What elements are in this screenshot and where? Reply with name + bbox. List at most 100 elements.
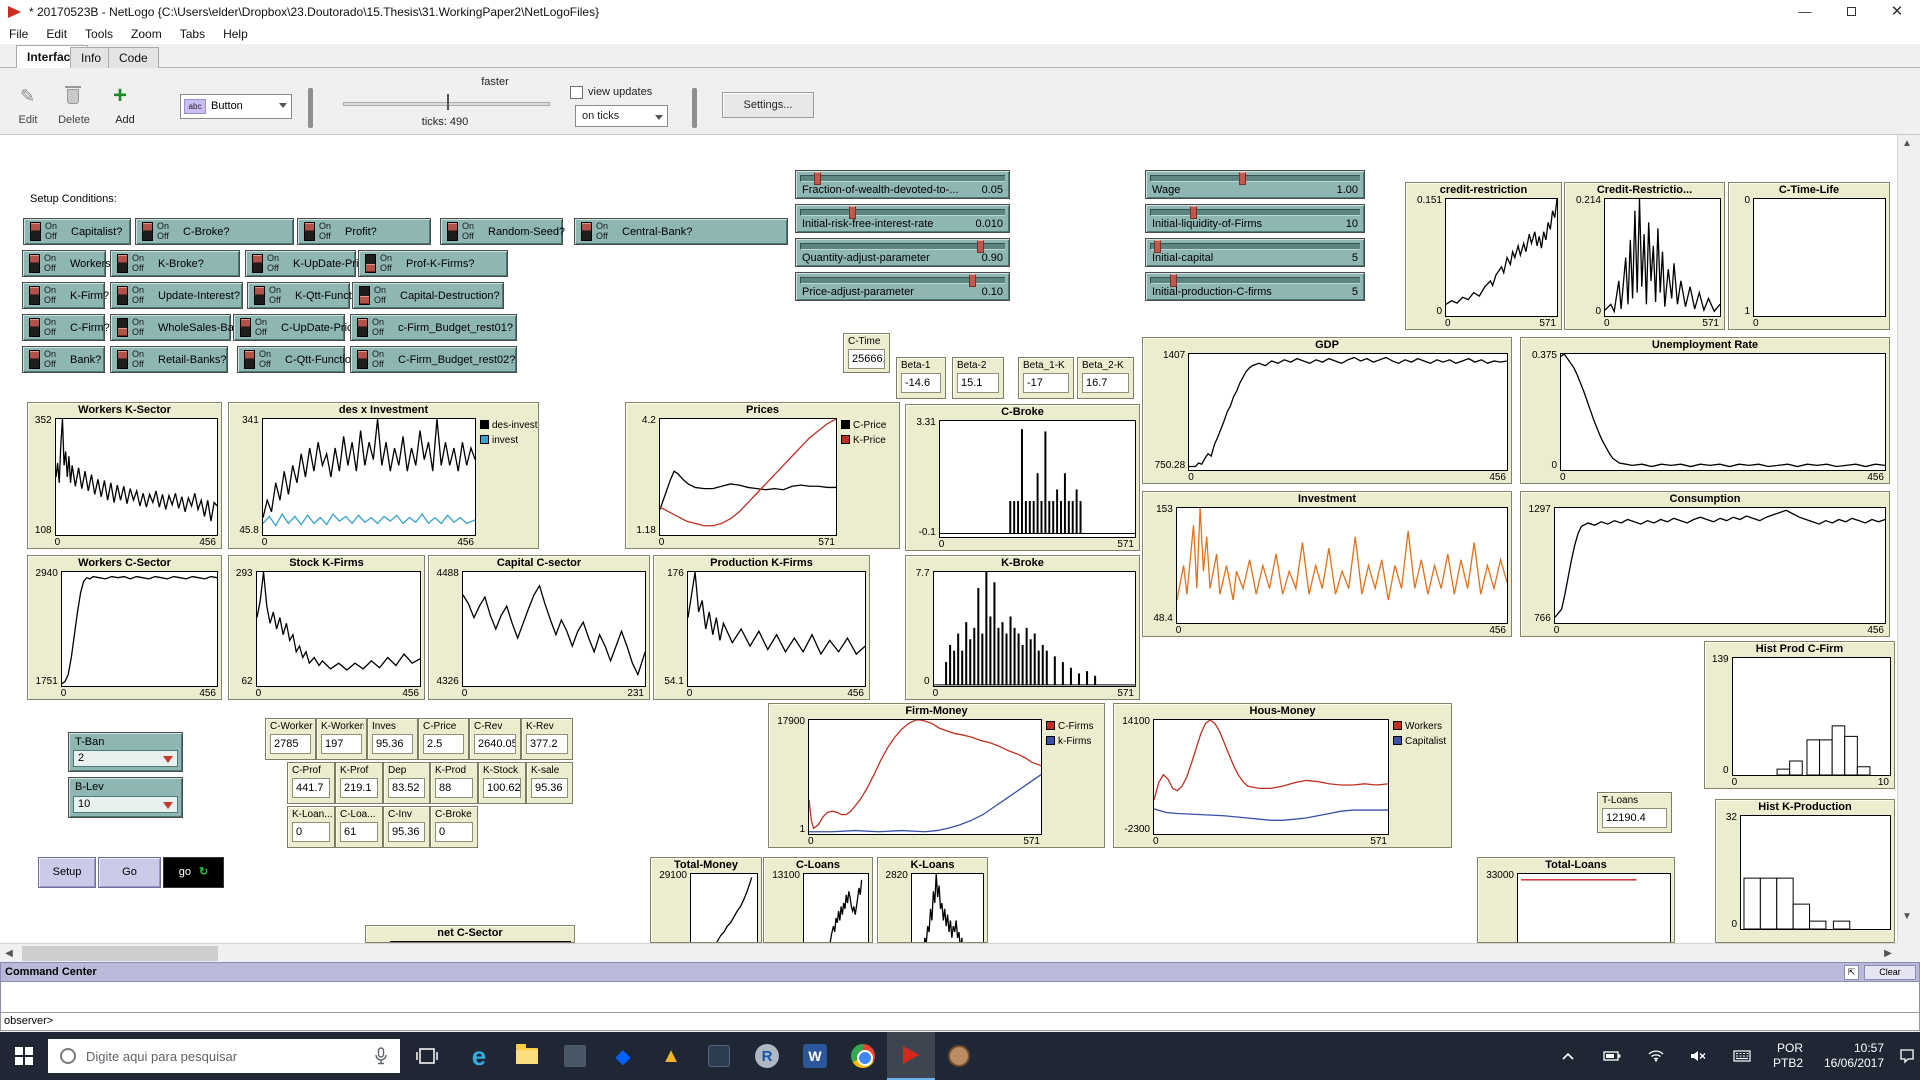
dropbox-icon[interactable]: ◆ — [599, 1032, 647, 1080]
photos-icon[interactable] — [551, 1032, 599, 1080]
toggle-slot[interactable] — [357, 318, 368, 337]
toggle-knob-icon[interactable] — [358, 351, 367, 359]
go-button[interactable]: Go — [98, 857, 161, 888]
view-updates-checkbox[interactable] — [570, 86, 583, 99]
toggle-knob-icon[interactable] — [305, 223, 314, 231]
speed-slider-thumb[interactable] — [447, 94, 449, 110]
rstudio-icon[interactable]: R — [743, 1032, 791, 1080]
task-view-button[interactable] — [404, 1032, 450, 1080]
chrome-icon[interactable] — [839, 1032, 887, 1080]
menu-item-tabs[interactable]: Tabs — [171, 27, 214, 41]
switch-retail-banks[interactable]: On Off Retail-Banks? — [110, 346, 228, 373]
slider-fraction-of-wealth-devoted-to[interactable]: Fraction-of-wealth-devoted-to-... 0.05 — [795, 170, 1010, 199]
menu-item-edit[interactable]: Edit — [37, 27, 76, 41]
menu-item-tools[interactable]: Tools — [76, 27, 122, 41]
chooser-value-field[interactable]: 10 — [73, 796, 178, 813]
vertical-scrollbar[interactable]: ▲ ▼ — [1897, 135, 1917, 943]
toggle-slot[interactable] — [29, 254, 40, 273]
toggle-knob-icon[interactable] — [245, 351, 254, 359]
delete-button[interactable]: Delete — [52, 114, 96, 126]
netlogo-icon[interactable] — [887, 1032, 935, 1080]
toggle-slot[interactable] — [117, 254, 128, 273]
switch-c-broke[interactable]: On Off C-Broke? — [135, 218, 294, 245]
go-button[interactable]: go ↻ — [163, 857, 224, 888]
switch-random-seed[interactable]: On Off Random-Seed? — [440, 218, 565, 245]
slider-thumb[interactable] — [969, 274, 977, 287]
slider-wage[interactable]: Wage 1.00 — [1145, 170, 1365, 199]
wifi-icon[interactable] — [1636, 1032, 1676, 1080]
notification-center-button[interactable] — [1893, 1032, 1920, 1080]
scroll-up-icon[interactable]: ▲ — [1898, 135, 1916, 152]
chooser-t-ban[interactable]: T-Ban 2 — [68, 732, 183, 772]
toggle-slot[interactable] — [30, 222, 41, 241]
toggle-slot[interactable] — [240, 318, 251, 337]
toggle-knob-icon[interactable] — [118, 328, 127, 336]
edge-icon[interactable]: e — [455, 1032, 503, 1080]
menu-item-help[interactable]: Help — [214, 27, 257, 41]
switch-capitalist[interactable]: On Off Capitalist? — [23, 218, 131, 245]
slider-price-adjust-parameter[interactable]: Price-adjust-parameter 0.10 — [795, 272, 1010, 301]
scroll-down-icon[interactable]: ▼ — [1898, 908, 1916, 925]
minimize-button[interactable]: — — [1782, 0, 1828, 24]
slider-initial-capital[interactable]: Initial-capital 5 — [1145, 238, 1365, 267]
toggle-slot[interactable] — [117, 318, 128, 337]
update-mode-dropdown[interactable]: on ticks — [575, 105, 668, 127]
slider-thumb[interactable] — [1238, 172, 1246, 185]
scroll-left-icon[interactable]: ◀ — [0, 945, 18, 962]
toggle-knob-icon[interactable] — [255, 287, 264, 295]
tab-info[interactable]: Info — [70, 47, 113, 68]
switch-capital-destruction[interactable]: On Off Capital-Destruction? — [352, 282, 504, 309]
settings-button[interactable]: Settings... — [722, 92, 814, 118]
speaker-muted-icon[interactable] — [1678, 1032, 1718, 1080]
toggle-knob-icon[interactable] — [30, 287, 39, 295]
menu-item-zoom[interactable]: Zoom — [122, 27, 171, 41]
toggle-slot[interactable] — [581, 222, 592, 241]
switch-k-firm[interactable]: On Off K-Firm? — [22, 282, 109, 309]
toggle-knob-icon[interactable] — [118, 255, 127, 263]
toggle-knob-icon[interactable] — [448, 223, 457, 231]
app-yellow-icon[interactable]: ▲ — [647, 1032, 695, 1080]
edit-button[interactable]: Edit — [8, 114, 48, 126]
toggle-knob-icon[interactable] — [118, 287, 127, 295]
toggle-slot[interactable] — [357, 350, 368, 369]
slider-initial-liquidity-of-firms[interactable]: Initial-liquidity-of-Firms 10 — [1145, 204, 1365, 233]
toggle-slot[interactable] — [244, 350, 255, 369]
word-icon[interactable]: W — [791, 1032, 839, 1080]
clock-indicator[interactable]: 10:57 16/06/2017 — [1815, 1032, 1893, 1080]
toggle-knob-icon[interactable] — [360, 296, 369, 304]
chooser-b-lev[interactable]: B-Lev 10 — [68, 777, 183, 818]
toggle-slot[interactable] — [252, 254, 263, 273]
gimp-icon[interactable] — [935, 1032, 983, 1080]
app-dark-icon[interactable] — [695, 1032, 743, 1080]
toggle-knob-icon[interactable] — [30, 319, 39, 327]
command-center-clear-button[interactable]: Clear — [1864, 965, 1916, 980]
file-explorer-icon[interactable] — [503, 1032, 551, 1080]
switch-c-firm-budget-rest02[interactable]: On Off C-Firm_Budget_rest02? — [350, 346, 517, 373]
setup-button[interactable]: Setup — [38, 857, 96, 888]
toggle-slot[interactable] — [117, 350, 128, 369]
close-button[interactable]: ✕ — [1874, 0, 1920, 24]
switch-k-update-price[interactable]: On Off K-UpDate-Price? — [245, 250, 376, 277]
slider-initial-production-c-firms[interactable]: Initial-production-C-firms 5 — [1145, 272, 1365, 301]
maximize-button[interactable] — [1828, 0, 1874, 24]
start-button[interactable] — [0, 1032, 48, 1080]
toggle-knob-icon[interactable] — [253, 255, 262, 263]
switch-c-qtt-function[interactable]: On Off C-Qtt-Function? — [237, 346, 363, 373]
toggle-knob-icon[interactable] — [241, 319, 250, 327]
toggle-slot[interactable] — [304, 222, 315, 241]
scroll-right-icon[interactable]: ▶ — [1879, 945, 1897, 962]
toggle-slot[interactable] — [29, 318, 40, 337]
command-center-expand-icon[interactable]: ⇱ — [1844, 965, 1859, 980]
toggle-slot[interactable] — [254, 286, 265, 305]
toggle-slot[interactable] — [117, 286, 128, 305]
horizontal-scrollbar[interactable]: ◀ ▶ — [0, 943, 1897, 962]
toggle-slot[interactable] — [365, 254, 376, 273]
chevron-up-icon[interactable] — [1548, 1032, 1588, 1080]
slider-quantity-adjust-parameter[interactable]: Quantity-adjust-parameter 0.90 — [795, 238, 1010, 267]
switch-c-firm-budget-rest01[interactable]: On Off c-Firm_Budget_rest01? — [350, 314, 517, 341]
switch-prof-k-firms[interactable]: On Off Prof-K-Firms? — [358, 250, 508, 277]
switch-k-qtt-function[interactable]: On Off K-Qtt-Function? — [247, 282, 373, 309]
toggle-slot[interactable] — [29, 350, 40, 369]
toggle-slot[interactable] — [142, 222, 153, 241]
switch-k-broke[interactable]: On Off K-Broke? — [110, 250, 240, 277]
